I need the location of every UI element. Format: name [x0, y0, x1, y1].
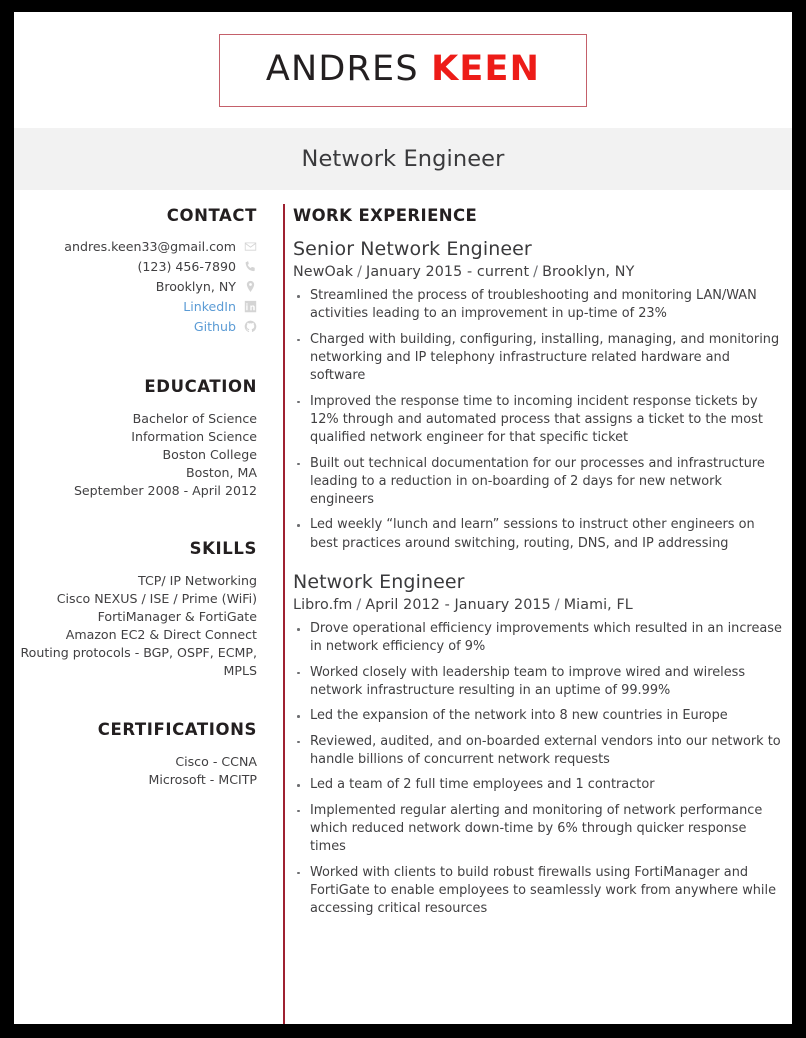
skills-heading: SKILLS [189, 539, 257, 559]
location-value: Brooklyn, NY [155, 279, 236, 294]
job-entry: Senior Network Engineer NewOak / January 2… [293, 238, 782, 553]
education-heading: EDUCATION [144, 377, 257, 396]
job-bullet: Improved the response time to incoming i… [293, 393, 782, 448]
meta-separator: / [533, 264, 539, 280]
contact-item-github[interactable]: Github [14, 319, 265, 334]
certifications-heading: CERTIFICATIONS [97, 719, 257, 739]
job-role: Senior Network Engineer [293, 238, 532, 260]
certification-line: Microsoft - MCITP [148, 771, 257, 787]
location-pin-icon [244, 280, 257, 293]
linkedin-icon[interactable] [244, 300, 257, 313]
education-line: September 2008 - April 2012 [73, 482, 257, 498]
resume-body: CONTACT andres.keen33@gmail.com (123) 45… [14, 190, 792, 1024]
job-meta: NewOak / January 2015 - current / Brooklyn, … [293, 264, 782, 280]
main-content: WORK EXPERIENCE Senior Network Engineer … [265, 206, 792, 936]
education-line: Boston College [162, 446, 257, 462]
phone-icon [244, 260, 257, 273]
sidebar-section-education: EDUCATION Bachelor of Science Informatio… [14, 377, 265, 499]
job-company: NewOak [293, 264, 354, 280]
job-dates: April 2012 - January 2015 [365, 597, 551, 614]
first-name: ANDRES [265, 48, 419, 89]
contact-item-linkedin[interactable]: LinkedIn [14, 299, 265, 314]
job-entry: Network Engineer Libro.fm / April 2012 - J… [293, 571, 782, 918]
certification-line: Cisco - CCNA [175, 753, 257, 769]
github-link[interactable]: Github [194, 319, 236, 334]
contact-heading: CONTACT [166, 206, 257, 225]
phone-value: (123) 456-7890 [137, 259, 237, 274]
job-bullet: Led the expansion of the network into 8 … [293, 707, 782, 725]
meta-separator: / [356, 597, 362, 614]
job-bullet: Reviewed, audited, and on-boarded extern… [293, 733, 782, 770]
job-bullets: Streamlined the process of troubleshooti… [293, 287, 782, 553]
sidebar: CONTACT andres.keen33@gmail.com (123) 45… [14, 206, 265, 936]
job-dates: January 2015 - current [366, 264, 530, 280]
job-bullet: Worked with clients to build robust fire… [293, 864, 782, 919]
sidebar-section-skills: SKILLS TCP/ IP Networking Cisco NEXUS / … [14, 539, 265, 679]
job-title-band: Network Engineer [14, 128, 792, 190]
resume-page: ANDRES KEEN Network Engineer CONTACT and… [14, 12, 792, 1024]
linkedin-link[interactable]: LinkedIn [183, 299, 236, 314]
skill-line: Cisco NEXUS / ISE / Prime (WiFi) [56, 591, 257, 607]
sidebar-section-certifications: CERTIFICATIONS Cisco - CCNA Microsoft - … [14, 720, 265, 789]
sidebar-section-contact: CONTACT andres.keen33@gmail.com (123) 45… [14, 206, 265, 334]
job-role: Network Engineer [293, 571, 465, 594]
full-name: ANDRES KEEN [266, 49, 540, 89]
resume-header: ANDRES KEEN [14, 12, 792, 128]
contact-item-location: Brooklyn, NY [14, 279, 265, 294]
job-meta: Libro.fm / April 2012 - January 2015/Miami… [293, 597, 782, 613]
envelope-icon [244, 240, 257, 253]
last-name: KEEN [431, 48, 541, 89]
job-bullet: Drove operational efficiency improvement… [293, 620, 782, 657]
job-bullet: Charged with building, configuring, inst… [293, 331, 782, 386]
name-box: ANDRES KEEN [218, 33, 588, 107]
job-bullet: Led weekly “lunch and learn” sessions to… [293, 516, 782, 553]
contact-item-phone: (123) 456-7890 [14, 259, 265, 274]
column-divider [283, 204, 285, 1024]
job-bullet: Implemented regular alerting and monitor… [293, 802, 782, 857]
meta-separator: / [554, 597, 560, 614]
email-value: andres.keen33@gmail.com [64, 239, 236, 254]
skill-line: Routing protocols - BGP, OSPF, ECMP, MPL… [20, 644, 257, 678]
meta-separator: / [357, 264, 362, 280]
skill-line: TCP/ IP Networking [138, 573, 257, 589]
education-line: Bachelor of Science [132, 411, 257, 426]
job-bullets: Drove operational efficiency improvement… [293, 620, 782, 918]
skill-line: Amazon EC2 & Direct Connect [65, 627, 257, 642]
job-location: Miami, FL [563, 597, 633, 614]
skill-line: FortiManager & FortiGate [97, 609, 257, 625]
github-icon[interactable] [244, 320, 257, 333]
job-location: Brooklyn, NY [542, 264, 635, 280]
job-bullet: Worked closely with leadership team to i… [293, 664, 782, 701]
contact-item-email: andres.keen33@gmail.com [14, 239, 265, 254]
job-bullet: Streamlined the process of troubleshooti… [293, 287, 782, 324]
job-bullet: Led a team of 2 full time employees and … [293, 776, 782, 794]
education-line: Boston, MA [185, 464, 257, 480]
page-title: Network Engineer [301, 146, 505, 172]
job-bullet: Built out technical documentation for ou… [293, 455, 782, 510]
work-experience-heading: WORK EXPERIENCE [293, 206, 478, 225]
job-company: Libro.fm [293, 597, 353, 614]
education-line: Information Science [131, 428, 257, 444]
